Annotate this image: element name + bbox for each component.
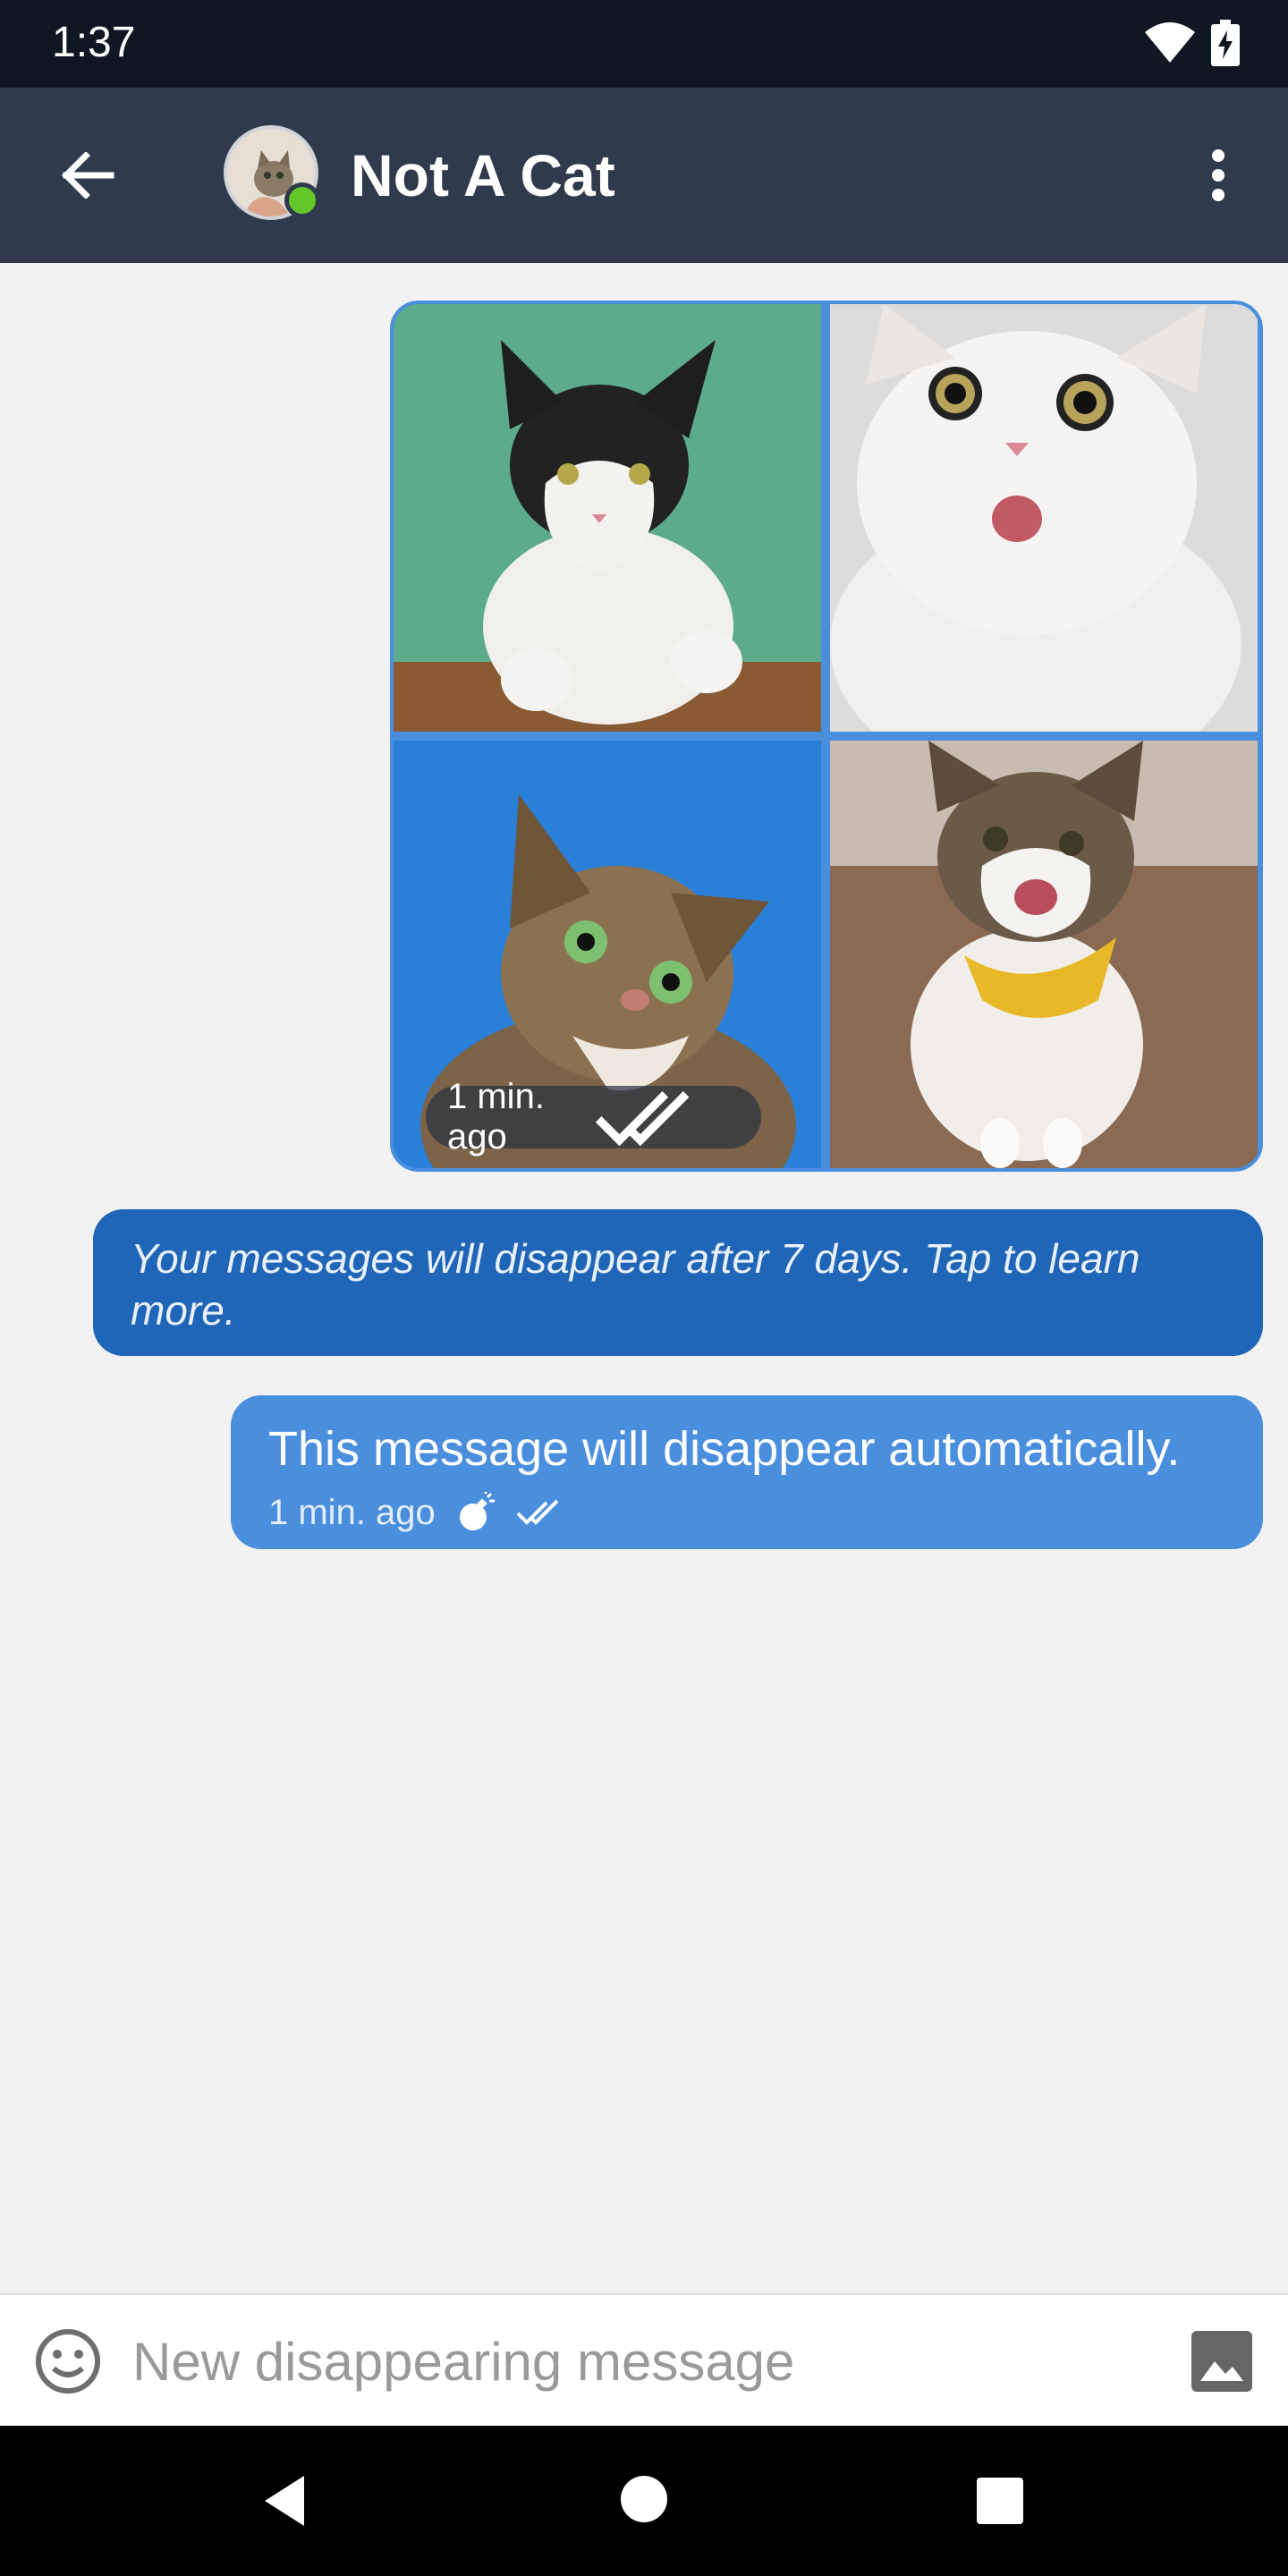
photo-2[interactable] xyxy=(830,304,1258,732)
wifi-icon xyxy=(1145,22,1195,63)
nav-recents-icon[interactable] xyxy=(977,2478,1023,2524)
contact-name[interactable]: Not A Cat xyxy=(351,141,615,209)
nav-back-icon[interactable] xyxy=(258,2472,315,2529)
text-message-bubble[interactable]: This message will disappear automaticall… xyxy=(231,1395,1263,1549)
disappearing-info-bubble[interactable]: Your messages will disappear after 7 day… xyxy=(93,1209,1263,1356)
photo-timestamp: 1 min. ago xyxy=(447,1077,545,1157)
photo-grid: 1 min. ago xyxy=(394,304,1259,1168)
arrow-back-icon xyxy=(62,152,114,199)
double-check-icon xyxy=(516,1499,559,1525)
photo-3[interactable]: 1 min. ago xyxy=(394,741,821,1168)
status-bar: 1:37 xyxy=(0,0,1288,88)
photo-message-bubble[interactable]: 1 min. ago xyxy=(390,301,1263,1172)
cat-photo-image xyxy=(830,304,1258,732)
image-icon[interactable] xyxy=(1188,2327,1256,2395)
system-nav-bar xyxy=(0,2426,1288,2576)
message-meta: 1 min. ago xyxy=(268,1492,566,1533)
photo-timestamp-pill: 1 min. ago xyxy=(426,1077,761,1157)
photo-1[interactable] xyxy=(394,304,821,732)
emoji-icon[interactable] xyxy=(32,2326,104,2397)
status-time: 1:37 xyxy=(52,19,136,66)
nav-home-icon[interactable] xyxy=(621,2476,667,2522)
more-vert-icon xyxy=(1212,149,1224,201)
more-options-button[interactable] xyxy=(1190,140,1247,211)
chat-screen: 1:37 Not A Cat 1 min. ago Your messages … xyxy=(0,0,1288,2576)
bomb-icon xyxy=(459,1492,495,1530)
disappearing-info-text: Your messages will disappear after 7 day… xyxy=(131,1235,1140,1334)
double-check-icon xyxy=(595,1091,690,1147)
cat-photo-image xyxy=(830,741,1258,1168)
photo-4[interactable] xyxy=(830,741,1258,1168)
compose-bar xyxy=(0,2293,1288,2426)
app-bar: Not A Cat xyxy=(0,88,1288,263)
battery-charging-icon xyxy=(1211,20,1240,66)
online-status-dot xyxy=(284,182,320,218)
message-text: This message will disappear automaticall… xyxy=(268,1422,1181,1476)
message-input[interactable] xyxy=(132,2317,1152,2406)
message-timestamp: 1 min. ago xyxy=(268,1492,436,1532)
cat-photo-image xyxy=(394,304,821,732)
back-button[interactable] xyxy=(50,141,125,209)
